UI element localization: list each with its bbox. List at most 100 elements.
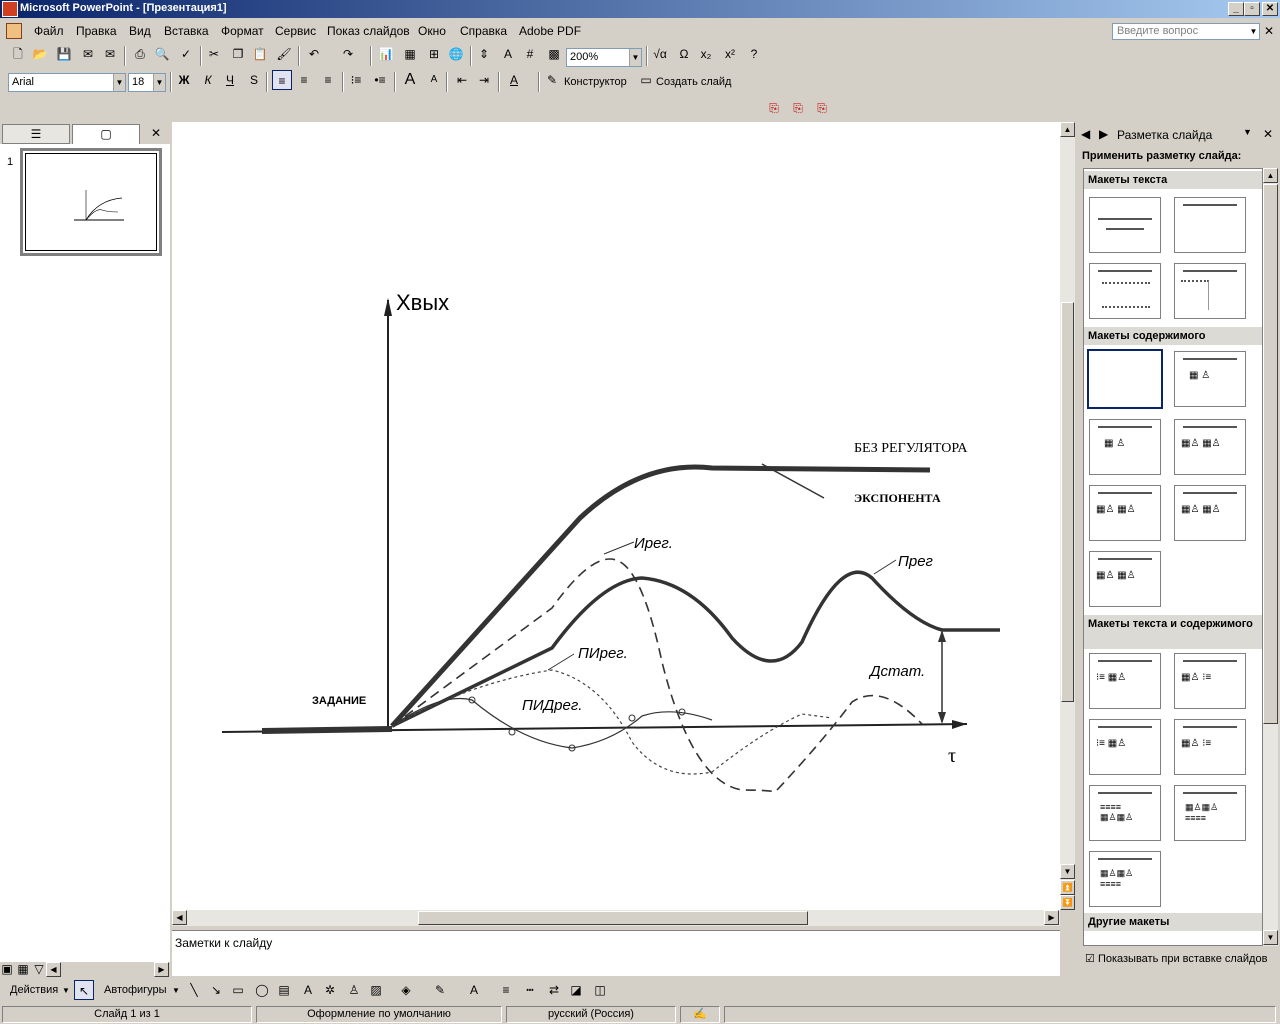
menu-insert[interactable]: Вставка [164,24,209,38]
textbox-icon[interactable]: ▤ [274,980,294,1000]
pdf-review-icon[interactable]: ⎘ [812,98,832,118]
table-icon[interactable]: ▦ [400,44,420,64]
menu-slideshow[interactable]: Показ слайдов [327,24,410,38]
layout-two-content[interactable]: ▦♙ ▦♙ [1174,419,1246,475]
layout-two-content-over-text[interactable]: ▦♙▦♙ ≡≡≡≡ [1089,851,1161,907]
3d-style-icon[interactable]: ◫ [590,980,610,1000]
preview-icon[interactable]: 🔍 [152,44,172,64]
designer-button[interactable]: Конструктор [564,76,627,88]
layout-text-content[interactable]: ⁝≡ ▦♙ [1089,653,1161,709]
forward-icon[interactable]: ▶ [1099,127,1108,141]
menu-edit[interactable]: Правка [76,24,117,38]
normal-view-icon[interactable]: ▣ [0,959,14,979]
chart-icon[interactable]: 📊 [376,44,396,64]
bullets-icon[interactable]: •≡ [370,70,390,90]
chevron-down-icon[interactable]: ▼ [172,986,180,995]
task-pane-scrollbar[interactable]: ▲ ▼ [1263,168,1278,946]
maximize-button[interactable]: ▫ [1244,2,1260,16]
layout-four-content[interactable]: ▦♙ ▦♙ [1174,485,1246,541]
shadow-button[interactable]: S [244,70,264,90]
line-color-icon[interactable]: ✎ [430,980,450,1000]
scroll-thumb[interactable] [1061,302,1074,702]
notes-pane[interactable]: Заметки к слайду [172,930,1060,976]
layout-two-content-text[interactable]: ▦♙ ⁝≡ [1174,719,1246,775]
increase-font-icon[interactable]: A [400,70,420,90]
back-icon[interactable]: ◀ [1081,127,1090,141]
slideshow-icon[interactable]: ▽ [32,959,46,979]
previous-slide-icon[interactable]: ⏫ [1060,880,1075,895]
arrow-icon[interactable]: ↘ [206,980,226,1000]
left-pane-scrollbar[interactable]: ▣ ▦ ▽ ◀ ▶ [0,959,170,979]
redo-icon[interactable]: ↷ [338,44,358,64]
grid-icon[interactable]: # [520,44,540,64]
expand-icon[interactable]: ⇕ [474,44,494,64]
text-formatting-icon[interactable]: A [498,44,518,64]
dash-style-icon[interactable]: ┅ [520,980,540,1000]
layout-title-slide[interactable] [1089,197,1161,253]
menu-format[interactable]: Формат [221,24,264,38]
cut-icon[interactable]: ✂ [204,44,224,64]
rectangle-icon[interactable]: ▭ [228,980,248,1000]
scroll-thumb[interactable] [418,911,808,925]
align-center-icon[interactable]: ≡ [294,70,314,90]
layout-content[interactable]: ▦ ♙ [1174,351,1246,407]
clipart-icon[interactable]: ♙ [344,980,364,1000]
close-document-icon[interactable]: ✕ [1264,24,1274,38]
numbering-icon[interactable]: ⁝≡ [346,70,366,90]
menu-window[interactable]: Окно [418,24,446,38]
chevron-down-icon[interactable]: ▼ [62,986,70,995]
layout-blank[interactable] [1087,349,1163,409]
scroll-up-icon[interactable]: ▲ [1060,122,1075,137]
font-select[interactable]: Arial ▼ [8,73,126,92]
scroll-up-icon[interactable]: ▲ [1263,168,1278,183]
permission-icon[interactable]: ✉ [78,44,98,64]
next-slide-icon[interactable]: ⏬ [1060,895,1075,910]
decrease-indent-icon[interactable]: ⇤ [452,70,472,90]
scroll-down-icon[interactable]: ▼ [1060,864,1075,879]
scroll-right-icon[interactable]: ▶ [1044,910,1059,925]
slide-horizontal-scrollbar[interactable]: ◀ ▶ [172,910,1060,926]
line-icon[interactable]: ╲ [184,980,204,1000]
copy-icon[interactable]: ❐ [228,44,248,64]
menu-view[interactable]: Вид [129,24,151,38]
scroll-left-icon[interactable]: ◀ [46,962,61,977]
slide-canvas[interactable]: Xвых τ ЗАДАНИЕ БЕЗ РЕГУЛЯТОРА ЭКСПОНЕНТА… [172,122,1060,910]
font-color-icon[interactable]: A [504,70,524,90]
shadow-style-icon[interactable]: ◪ [566,980,586,1000]
show-on-insert-checkbox[interactable]: ☑ [1085,953,1095,965]
minimize-button[interactable]: _ [1228,2,1244,16]
close-pane-icon[interactable]: ✕ [1263,127,1273,141]
superscript-icon[interactable]: x² [720,44,740,64]
layout-title-text[interactable] [1089,263,1161,319]
scroll-down-icon[interactable]: ▼ [1263,930,1278,945]
help-icon[interactable]: ? [744,44,764,64]
wordart-icon[interactable]: A [298,980,318,1000]
close-pane-icon[interactable]: ✕ [146,124,166,144]
menu-help[interactable]: Справка [460,24,507,38]
chevron-down-icon[interactable]: ▼ [1243,127,1252,137]
slide-sorter-icon[interactable]: ▦ [16,959,30,979]
layout-text-over-content[interactable]: ≡≡≡≡ ▦♙▦♙ [1089,785,1161,841]
arrow-style-icon[interactable]: ⇄ [544,980,564,1000]
undo-icon[interactable]: ↶ [304,44,324,64]
menu-adobe-pdf[interactable]: Adobe PDF [519,24,581,38]
menu-tools[interactable]: Сервис [275,24,316,38]
chevron-down-icon[interactable]: ▼ [113,74,125,91]
layout-content-text[interactable]: ▦♙ ⁝≡ [1174,653,1246,709]
subscript-icon[interactable]: x₂ [696,44,716,64]
scroll-right-icon[interactable]: ▶ [154,962,169,977]
align-right-icon[interactable]: ≡ [318,70,338,90]
bold-button[interactable]: Ж [174,70,194,90]
layout-content-content[interactable]: ▦♙ ▦♙ [1089,485,1161,541]
underline-button[interactable]: Ч [220,70,240,90]
hyperlink-icon[interactable]: 🌐 [446,44,466,64]
tables-borders-icon[interactable]: ⊞ [424,44,444,64]
line-style-icon[interactable]: ≡ [496,980,516,1000]
slide-vertical-scrollbar[interactable]: ▲ ▼ ⏫ ⏬ [1060,122,1075,910]
picture-icon[interactable]: ▨ [366,980,386,1000]
layout-two-column-text[interactable] [1174,263,1246,319]
layout-title-four-content[interactable]: ▦♙ ▦♙ [1089,551,1161,607]
save-icon[interactable]: 💾 [54,44,74,64]
pdf-convert-icon[interactable]: ⎘ [764,98,784,118]
new-slide-icon[interactable]: ▭ [636,70,656,90]
